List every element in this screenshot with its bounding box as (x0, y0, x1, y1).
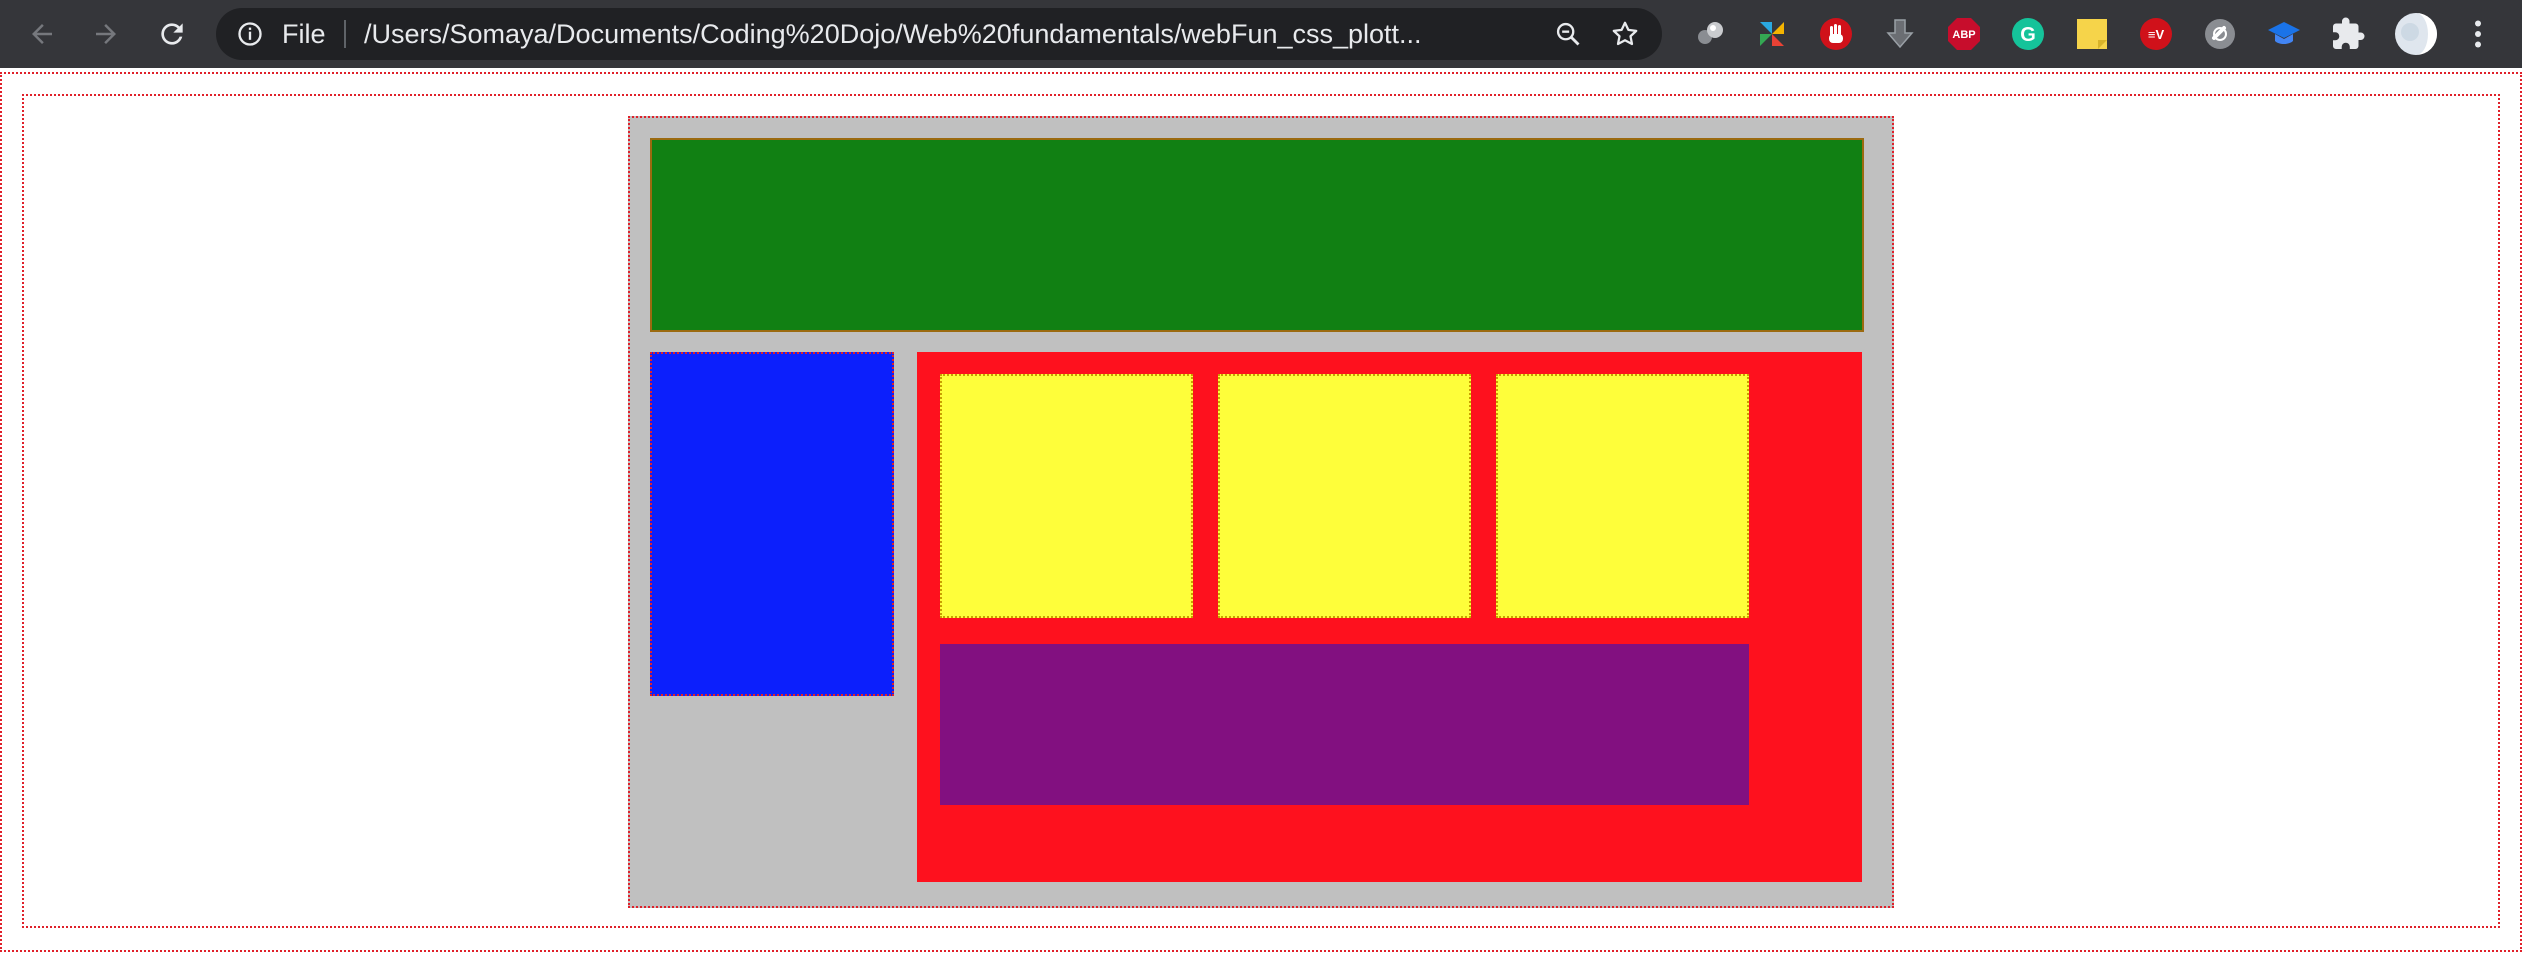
adblock-label: ABP (1952, 29, 1975, 41)
grammarly-label: G (2020, 24, 2036, 46)
ev-icon[interactable]: ≡V (2138, 16, 2174, 52)
sidebar-block (650, 352, 894, 696)
yellow-box-3 (1496, 374, 1749, 618)
omnibox-divider (344, 20, 346, 48)
arrow-right-icon (91, 19, 121, 49)
graduation-cap-icon[interactable] (2266, 16, 2302, 52)
back-button[interactable] (20, 12, 64, 56)
star-icon[interactable] (1610, 19, 1640, 49)
spheres-icon[interactable] (1692, 16, 1728, 52)
url-text[interactable]: /Users/Somaya/Documents/Coding%20Dojo/We… (364, 8, 1422, 60)
address-bar[interactable]: File /Users/Somaya/Documents/Coding%20Do… (216, 8, 1662, 60)
yellow-box-1 (940, 374, 1193, 618)
more-vert-icon[interactable] (2460, 16, 2496, 52)
info-icon[interactable] (236, 20, 264, 48)
purple-footer-block (940, 644, 1749, 805)
puzzle-icon[interactable] (2330, 16, 2366, 52)
site-scheme-label[interactable]: File (282, 8, 326, 60)
link-icon[interactable] (2202, 16, 2238, 52)
header-block (650, 138, 1864, 332)
grammarly-icon[interactable]: G (2010, 16, 2046, 52)
zoom-out-icon[interactable] (1554, 20, 1582, 48)
avatar-icon[interactable] (2394, 12, 2438, 56)
reload-button[interactable] (150, 12, 194, 56)
hand-icon[interactable] (1818, 16, 1854, 52)
download-arrow-icon[interactable] (1882, 16, 1918, 52)
adblock-plus-icon[interactable]: ABP (1946, 16, 1982, 52)
reload-icon (156, 18, 188, 50)
arrow-left-icon (27, 19, 57, 49)
pinwheel-icon[interactable] (1754, 16, 1790, 52)
forward-button[interactable] (84, 12, 128, 56)
yellow-box-2 (1218, 374, 1471, 618)
browser-toolbar: File /Users/Somaya/Documents/Coding%20Do… (0, 0, 2522, 68)
sticky-note-icon[interactable] (2074, 16, 2110, 52)
ev-label: ≡V (2148, 27, 2165, 42)
